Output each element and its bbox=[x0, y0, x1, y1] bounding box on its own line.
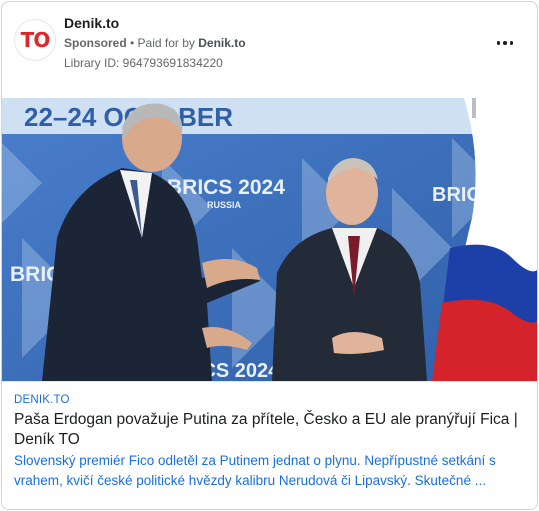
advertiser-name[interactable]: Denik.to bbox=[64, 15, 119, 31]
ad-card: TO Denik.to Sponsored • Paid for by Deni… bbox=[1, 1, 538, 510]
paid-for-name[interactable]: Denik.to bbox=[198, 36, 245, 50]
link-preview[interactable]: DENIK.TO Paša Erdogan považuje Putina za… bbox=[2, 381, 537, 509]
more-dot bbox=[496, 41, 501, 45]
more-dot bbox=[509, 41, 514, 45]
ad-photo: 22–24 OCTOBER BRICS 2024 RUSSIA BRICS 20… bbox=[2, 98, 537, 381]
event-sub: RUSSIA bbox=[207, 200, 242, 210]
ad-header: TO Denik.to Sponsored • Paid for by Deni… bbox=[2, 2, 537, 98]
more-dot bbox=[503, 41, 507, 45]
library-id: Library ID: 964793691834220 bbox=[64, 56, 223, 70]
more-options-icon[interactable] bbox=[493, 36, 517, 50]
sponsored-label: Sponsored bbox=[64, 36, 127, 50]
advertiser-logo: TO bbox=[20, 28, 51, 52]
paid-for-prefix: Paid for by bbox=[137, 36, 199, 50]
link-title[interactable]: Paša Erdogan považuje Putina za přítele,… bbox=[14, 410, 530, 450]
link-description: Slovenský premiér Fico odletěl za Putine… bbox=[14, 453, 496, 488]
link-domain: DENIK.TO bbox=[14, 394, 70, 406]
meta-separator: • bbox=[126, 36, 138, 50]
ad-image[interactable]: 22–24 OCTOBER BRICS 2024 RUSSIA BRICS 20… bbox=[2, 98, 537, 381]
advertiser-avatar[interactable]: TO bbox=[14, 19, 56, 61]
event-logo: BRICS 2024 bbox=[167, 176, 285, 199]
sponsored-line: Sponsored • Paid for by Denik.to bbox=[64, 36, 246, 50]
